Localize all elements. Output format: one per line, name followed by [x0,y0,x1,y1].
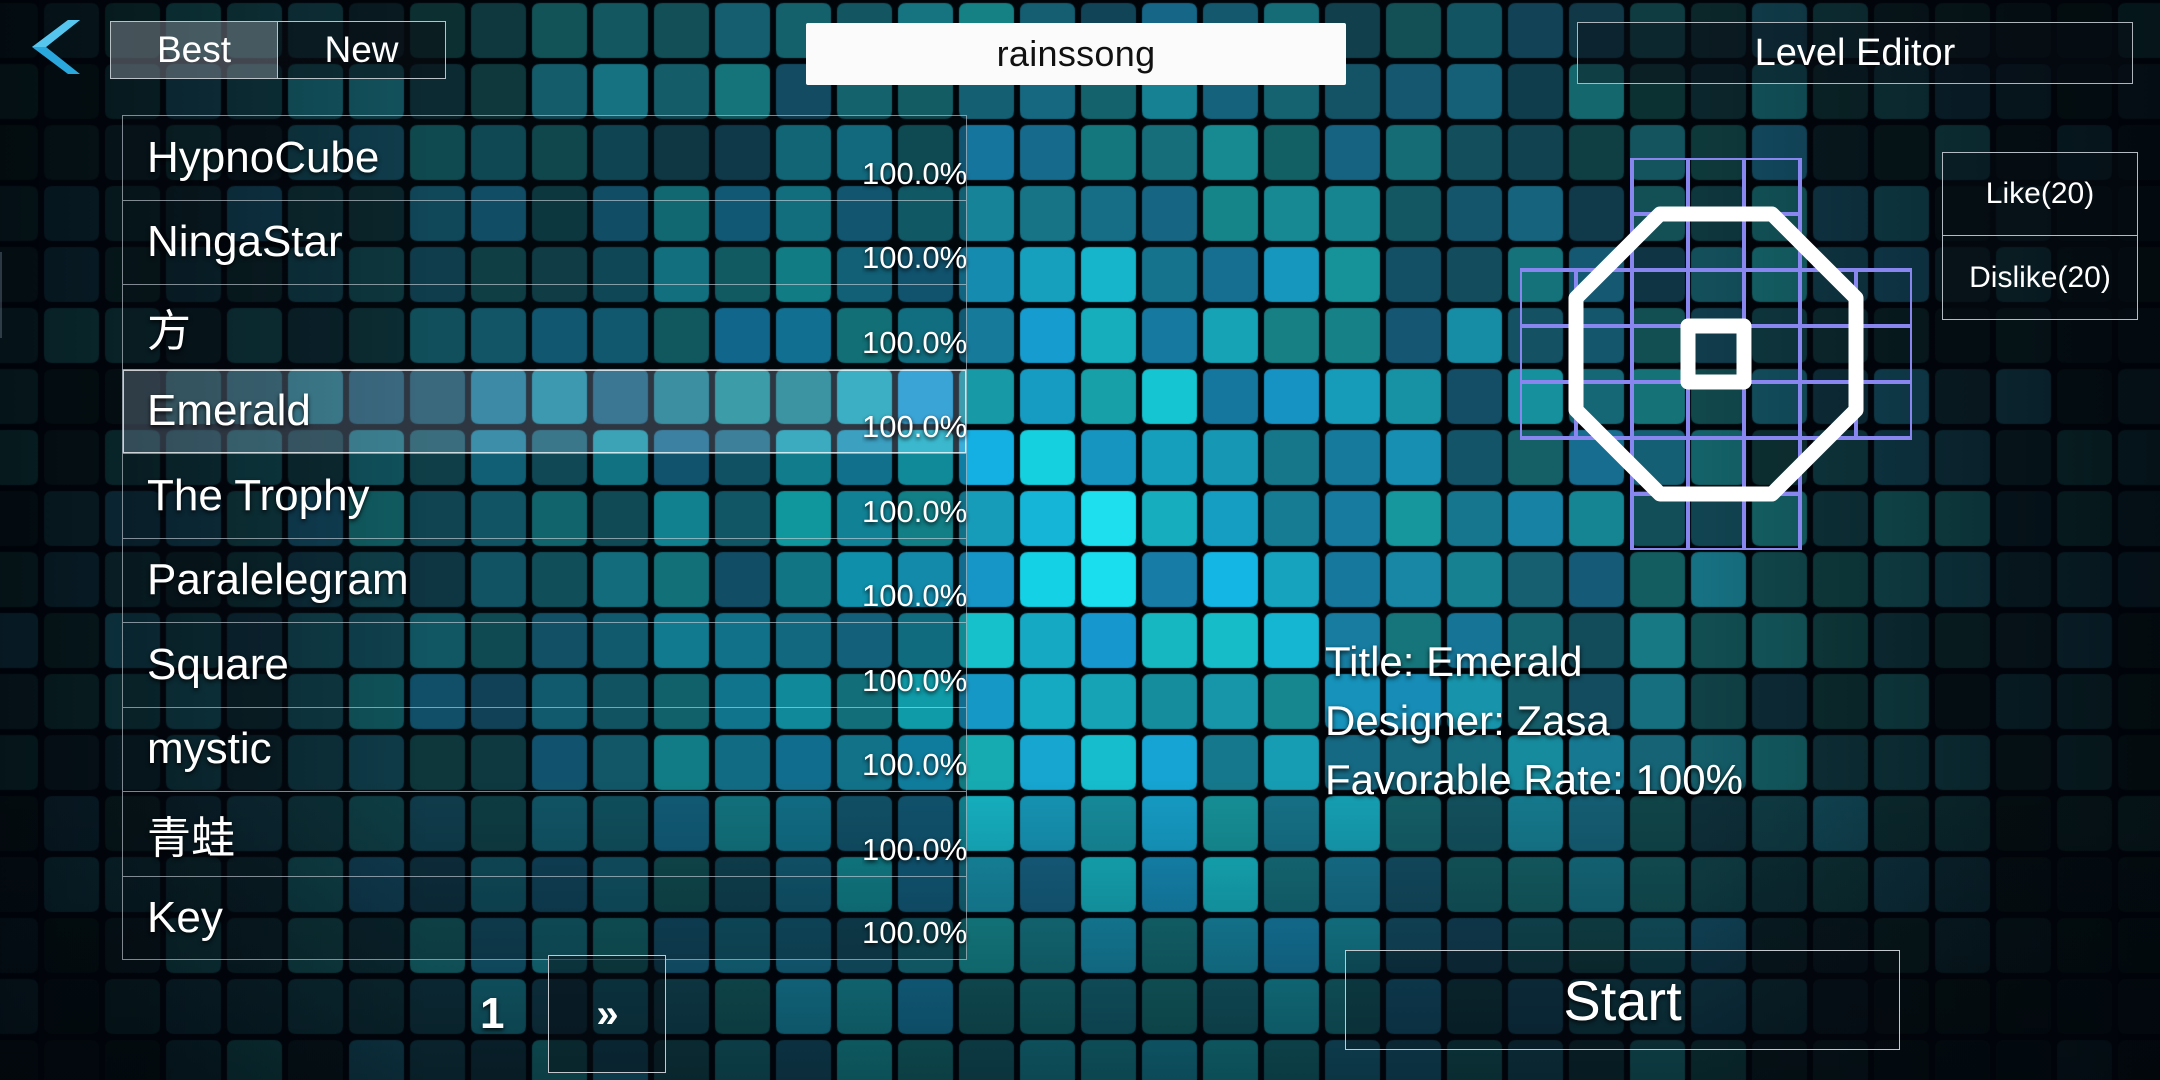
list-item-rate: 100.0% [862,747,968,782]
list-item[interactable]: Key 100.0% [122,875,967,960]
list-item[interactable]: Emerald 100.0% [122,368,967,453]
vote-buttons: Like(20) Dislike(20) [1942,152,2138,320]
list-item-rate: 100.0% [862,324,968,360]
list-item-name: Emerald [147,386,311,436]
like-label: Like(20) [1985,177,2095,210]
detail-designer: Designer: Zasa [1325,697,1610,744]
level-details: Title: Emerald Designer: Zasa Favorable … [1325,632,1743,809]
preview-cell [1686,268,1746,328]
tab-best[interactable]: Best [110,21,278,79]
preview-octagon-overlay [1568,206,1864,502]
preview-cell [1630,268,1690,328]
start-button[interactable]: Start [1345,950,1900,1050]
pagination: 1 » [480,955,667,1073]
list-item-rate: 100.0% [862,155,968,191]
next-page-button[interactable]: » [548,955,667,1073]
list-item-rate: 100.0% [862,662,968,698]
list-item-name: Square [147,639,289,689]
user-name-field[interactable]: rainssong [806,23,1346,85]
like-button[interactable]: Like(20) [1942,152,2138,236]
preview-cell [1854,324,1912,384]
list-item[interactable]: mystic 100.0% [122,706,967,791]
list-item-name: 方 [147,306,191,356]
preview-cell [1520,324,1578,384]
start-label: Start [1563,968,1682,1032]
preview-cell [1742,268,1802,328]
preview-cell [1742,380,1802,440]
list-item-rate: 100.0% [862,915,968,950]
back-chevron-icon [32,20,80,74]
preview-cell [1630,492,1690,550]
tab-new[interactable]: New [278,21,446,79]
list-item-rate: 100.0% [862,578,968,613]
page-number: 1 [480,989,505,1038]
preview-cell [1630,324,1690,384]
list-item-name: NingaStar [147,217,343,267]
list-item-rate: 100.0% [862,409,968,444]
list-item-name: Key [147,892,223,942]
list-mode-tabs: Best New [110,21,446,79]
level-editor-label: Level Editor [1754,31,1956,74]
list-item-name: HypnoCube [147,132,380,182]
dislike-label: Dislike(20) [1969,260,2111,294]
list-item[interactable]: 方 100.0% [122,284,967,369]
list-item[interactable]: 青蛙 100.0% [122,791,967,876]
list-item-rate: 100.0% [862,493,968,529]
list-item[interactable]: HypnoCube 100.0% [122,115,967,200]
next-page-label: » [596,991,619,1036]
preview-cell [1854,380,1912,440]
preview-cell [1630,380,1690,440]
back-button[interactable] [22,16,82,78]
list-item-rate: 100.0% [862,831,968,867]
preview-cell [1742,324,1802,384]
level-editor-button[interactable]: Level Editor [1577,22,2133,84]
preview-cell [1686,158,1746,216]
detail-title: Title: Emerald [1325,638,1583,685]
level-preview [1520,158,1912,550]
detail-rate: Favorable Rate: 100% [1325,756,1743,803]
list-item-name: The Trophy [147,470,370,520]
preview-cell [1686,212,1746,272]
selected-row-bleed [0,252,2,338]
list-item-name: mystic [147,724,272,774]
list-item[interactable]: NingaStar 100.0% [122,199,967,284]
preview-cell [1520,380,1578,440]
preview-cell [1686,380,1746,440]
list-item-name: Paralelegram [147,555,409,605]
preview-cell [1854,268,1912,328]
list-item-name: 青蛙 [147,813,235,863]
preview-cell [1686,324,1746,384]
preview-cell [1686,436,1746,496]
list-item-rate: 100.0% [862,240,968,275]
list-item[interactable]: The Trophy 100.0% [122,453,967,538]
tab-best-label: Best [156,29,232,70]
preview-cell [1742,492,1802,550]
preview-cell [1798,324,1858,384]
preview-cell [1520,268,1578,328]
preview-cell [1742,158,1802,216]
level-list: HypnoCube 100.0% NingaStar 100.0% 方 100.0% Eme… [122,115,967,960]
preview-cell [1574,324,1634,384]
list-item[interactable]: Square 100.0% [122,622,967,707]
list-item[interactable]: Paralelegram 100.0% [122,537,967,622]
user-name-value: rainssong [996,33,1156,74]
preview-cell [1686,492,1746,550]
preview-cell [1630,158,1690,216]
dislike-button[interactable]: Dislike(20) [1942,236,2138,320]
tab-new-label: New [324,29,399,70]
